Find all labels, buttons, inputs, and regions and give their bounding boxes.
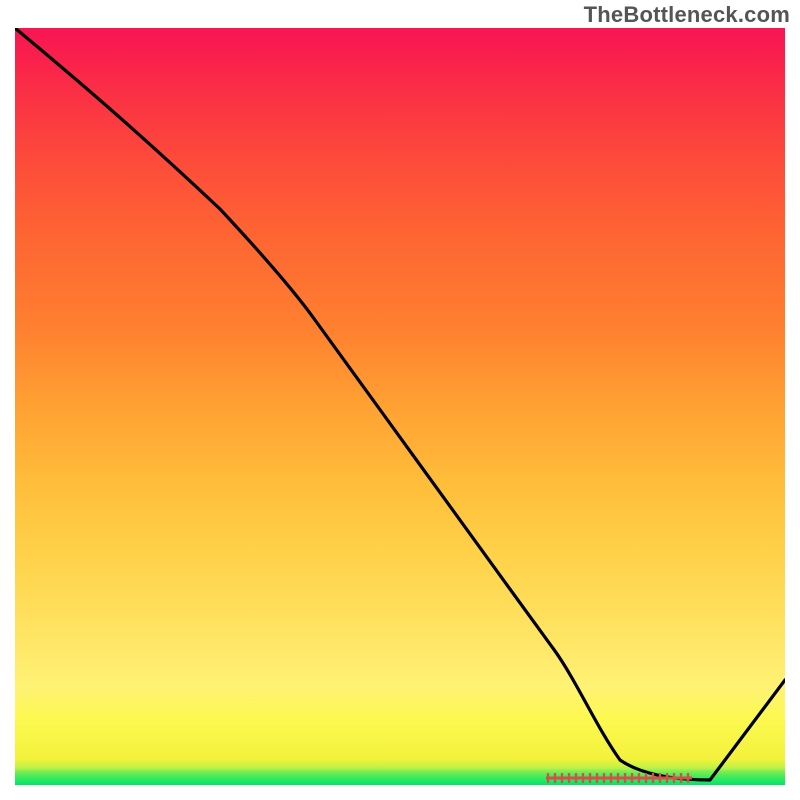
optimum-region-marker — [546, 773, 692, 783]
line-curve — [15, 28, 785, 785]
chart-stage: TheBottleneck.com — [0, 0, 800, 800]
curve-path — [15, 28, 785, 780]
plot-area — [15, 28, 785, 785]
watermark-text: TheBottleneck.com — [584, 2, 790, 28]
